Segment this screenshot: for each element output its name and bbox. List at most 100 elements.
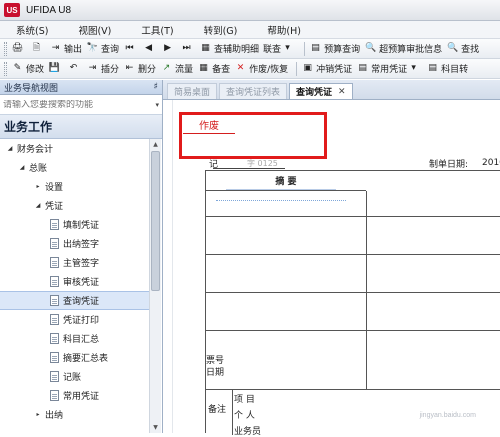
export-icon: ⇥ bbox=[51, 43, 60, 53]
tree-item-label: 科目汇总 bbox=[63, 335, 100, 345]
document-icon bbox=[50, 333, 59, 344]
save-button[interactable]: 💾 bbox=[48, 62, 63, 75]
menu-help[interactable]: 帮助(H) bbox=[267, 23, 301, 37]
scroll-up-icon[interactable]: ▲ bbox=[150, 139, 161, 150]
export-label: 输出 bbox=[64, 45, 83, 55]
function-search-input[interactable] bbox=[3, 99, 141, 110]
abstract-column-header: 摘 要 bbox=[206, 171, 366, 191]
menu-goto[interactable]: 转到(G) bbox=[204, 23, 238, 37]
create-date-value[interactable]: 2016 bbox=[482, 158, 500, 168]
notes-label: 备注 bbox=[208, 405, 227, 415]
close-icon[interactable]: ✕ bbox=[338, 87, 346, 97]
aux-detail-icon: ▦ bbox=[201, 43, 210, 53]
document-icon bbox=[50, 219, 59, 230]
memo-check-button[interactable]: ▦ 备查 bbox=[197, 62, 231, 76]
tab-label: 查询凭证列表 bbox=[226, 88, 281, 98]
search-button[interactable]: 🔍 查找 bbox=[446, 42, 480, 56]
preview-button[interactable]: 🗎 bbox=[30, 42, 45, 55]
void-restore-button[interactable]: ✕ 作废/恢复 bbox=[234, 62, 289, 76]
tab-query-voucher[interactable]: 查询凭证 ✕ bbox=[289, 83, 353, 99]
tree-item-print-voucher[interactable]: 凭证打印 bbox=[0, 310, 149, 329]
menu-tools[interactable]: 工具(T) bbox=[141, 23, 173, 37]
pin-icon[interactable]: ♯ bbox=[154, 82, 158, 92]
tree-item-label: 凭证 bbox=[45, 202, 64, 212]
aux-detail-button[interactable]: ▦ 查辅助明细 bbox=[199, 42, 259, 56]
next-button[interactable]: ▶ bbox=[161, 42, 176, 55]
document-icon bbox=[50, 295, 59, 306]
over-budget-button[interactable]: 🔍 超预算审批信息 bbox=[364, 42, 442, 56]
tab-label: 简易桌面 bbox=[174, 88, 211, 98]
tree-item-settings[interactable]: ▸ 设置 bbox=[0, 177, 149, 196]
tree-item-common-voucher[interactable]: 常用凭证 bbox=[0, 386, 149, 405]
note-field-salesperson[interactable]: 业务员 bbox=[234, 424, 261, 437]
query-button[interactable]: 🔭 查询 bbox=[86, 42, 119, 56]
focus-line bbox=[216, 200, 346, 201]
tree-item-bookkeeping[interactable]: 记账 bbox=[0, 367, 149, 386]
search-dropdown-icon[interactable]: ▾ bbox=[155, 101, 159, 109]
reverse-voucher-button[interactable]: ▣ 冲销凭证 bbox=[301, 62, 352, 76]
insert-row-button[interactable]: ⇥ 插分 bbox=[86, 62, 120, 76]
edit-button[interactable]: ✎ 修改 bbox=[11, 62, 44, 76]
tree-item-query-voucher[interactable]: 查询凭证 bbox=[0, 291, 149, 310]
document-icon bbox=[50, 276, 59, 287]
entry-row[interactable] bbox=[206, 254, 500, 255]
delete-row-button[interactable]: ⇤ 删分 bbox=[123, 62, 156, 76]
tree-item-audit-voucher[interactable]: 审核凭证 bbox=[0, 272, 149, 291]
tree-item-abstract-summary[interactable]: 摘要汇总表 bbox=[0, 348, 149, 367]
toolbar-grip[interactable] bbox=[4, 41, 7, 56]
tree-item-label: 设置 bbox=[45, 183, 64, 193]
toolbar-grip[interactable] bbox=[4, 61, 7, 76]
entry-row[interactable] bbox=[206, 216, 500, 217]
void-restore-label: 作废/恢复 bbox=[249, 65, 289, 75]
tree-item-label: 查询凭证 bbox=[63, 297, 100, 307]
insert-row-label: 插分 bbox=[101, 65, 120, 75]
expanded-arrow-icon: ◢ bbox=[19, 164, 25, 171]
menu-view[interactable]: 视图(V) bbox=[78, 23, 111, 37]
entry-row[interactable] bbox=[206, 292, 500, 293]
subject-icon: ▤ bbox=[428, 63, 437, 73]
title-bar: US UFIDA U8 bbox=[0, 0, 500, 21]
ufida-logo: US bbox=[4, 3, 20, 17]
document-icon bbox=[50, 390, 59, 401]
tree-item-fill-voucher[interactable]: 填制凭证 bbox=[0, 215, 149, 234]
tree-item-subject-summary[interactable]: 科目汇总 bbox=[0, 329, 149, 348]
scroll-thumb[interactable] bbox=[151, 151, 160, 291]
column-divider bbox=[366, 191, 367, 389]
menu-system[interactable]: 系统(S) bbox=[16, 23, 48, 37]
toolbar-separator bbox=[296, 61, 298, 76]
ticket-date-label: 票号 日期 bbox=[206, 355, 224, 379]
tree-item-supervisor-sign[interactable]: 主管签字 bbox=[0, 253, 149, 272]
common-voucher-button[interactable]: ▤ 常用凭证 ▾ bbox=[356, 62, 422, 76]
common-voucher-icon: ▤ bbox=[358, 63, 367, 73]
note-field-project[interactable]: 项 目 bbox=[234, 392, 255, 405]
abstract-entry-text[interactable] bbox=[226, 189, 336, 190]
tab-query-voucher-list[interactable]: 查询凭证列表 bbox=[219, 83, 288, 99]
subject-transfer-button[interactable]: ▤ 科目转 bbox=[426, 62, 468, 76]
sidebar-scrollbar[interactable]: ▲ ▼ bbox=[149, 139, 161, 433]
export-button[interactable]: ⇥ 输出 bbox=[49, 42, 83, 56]
tree-item-cashier[interactable]: ▸ 出纳 bbox=[0, 405, 149, 424]
entry-row[interactable] bbox=[206, 330, 500, 331]
first-button[interactable]: ⏮ bbox=[123, 42, 138, 55]
link-query-button[interactable]: 联查 ▾ bbox=[263, 42, 296, 56]
budget-query-button[interactable]: ▤ 预算查询 bbox=[309, 42, 360, 56]
search-label: 查找 bbox=[461, 45, 480, 55]
print-button[interactable]: 🖨 bbox=[11, 42, 26, 55]
scroll-down-icon[interactable]: ▼ bbox=[150, 422, 161, 433]
tree-item-voucher[interactable]: ◢ 凭证 bbox=[0, 196, 149, 215]
tree-item-financial-accounting[interactable]: ◢ 财务会计 bbox=[0, 139, 149, 158]
document-icon bbox=[50, 352, 59, 363]
tree-item-cashier-sign[interactable]: 出纳签字 bbox=[0, 234, 149, 253]
tab-simple-desktop[interactable]: 简易桌面 bbox=[167, 83, 218, 99]
flow-button[interactable]: ↗ 流量 bbox=[160, 62, 193, 76]
memo-check-icon: ▦ bbox=[199, 63, 208, 73]
undo-icon: ↶ bbox=[69, 63, 78, 73]
note-field-person[interactable]: 个 人 bbox=[234, 408, 255, 421]
last-button[interactable]: ⏭ bbox=[180, 42, 195, 55]
prev-button[interactable]: ◀ bbox=[142, 42, 157, 55]
save-icon: 💾 bbox=[48, 63, 61, 73]
tree-item-general-ledger[interactable]: ◢ 总账 bbox=[0, 158, 149, 177]
memo-check-label: 备查 bbox=[212, 65, 231, 75]
undo-button[interactable]: ↶ bbox=[67, 62, 82, 75]
tree-item-label: 主管签字 bbox=[63, 259, 100, 269]
